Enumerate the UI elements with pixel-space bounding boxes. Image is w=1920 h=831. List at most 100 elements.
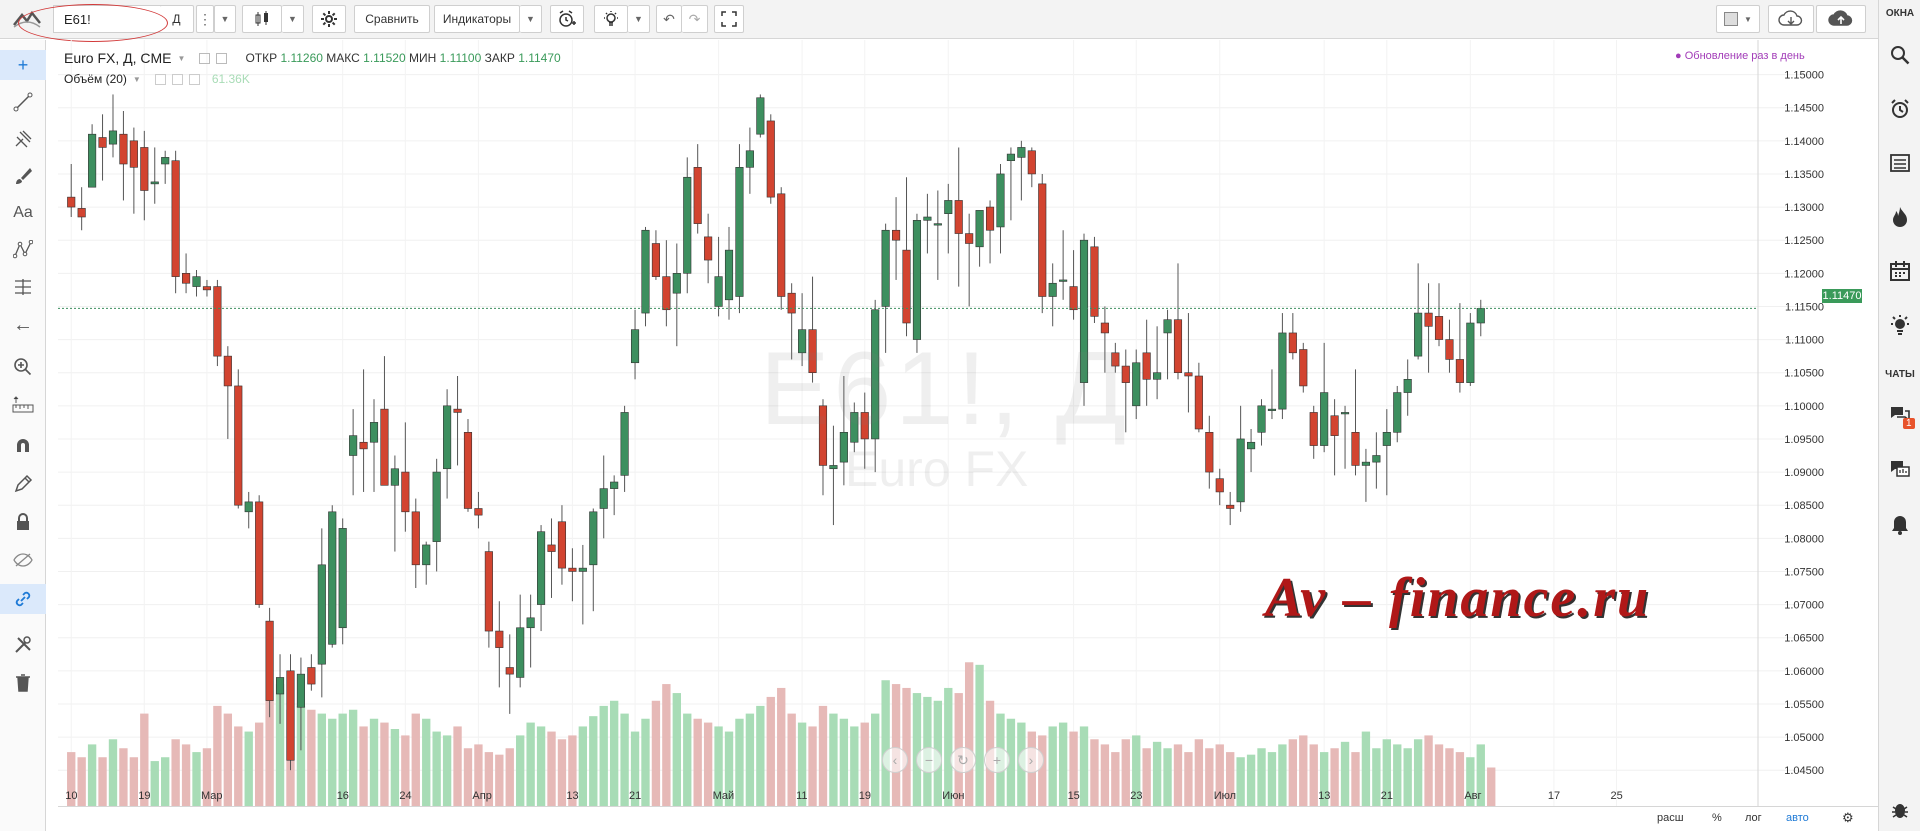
settings-button[interactable]: [312, 5, 346, 33]
draw-mode-tool[interactable]: [0, 469, 46, 499]
sync-drawings-tool[interactable]: [0, 584, 46, 614]
candle-down: [902, 249, 911, 324]
private-chat-button[interactable]: [1879, 452, 1920, 486]
candle-up: [1048, 282, 1057, 297]
price-tick-label: 1.08500: [1784, 500, 1824, 512]
magnet-tool[interactable]: [0, 431, 46, 461]
watchlist-button[interactable]: [1879, 38, 1920, 72]
fib-tool[interactable]: [0, 272, 46, 302]
candle-up: [432, 471, 441, 542]
candle-down: [1351, 432, 1360, 466]
chat-badge: 1: [1903, 418, 1915, 429]
bug-report-button[interactable]: [1879, 792, 1920, 826]
candle-up: [108, 130, 118, 145]
scroll-right-button[interactable]: ›: [1018, 747, 1044, 773]
candle-up: [328, 511, 337, 645]
volume-bar: [411, 713, 420, 806]
pitchfork-tool[interactable]: [0, 124, 46, 154]
candle-up: [1361, 461, 1370, 466]
chat-button[interactable]: 1: [1879, 398, 1920, 432]
auto-toggle[interactable]: авто: [1786, 812, 1809, 824]
hide-small-icon[interactable]: [171, 73, 183, 85]
calendar-icon: [1890, 261, 1910, 281]
zoom-in-button[interactable]: +: [984, 747, 1010, 773]
lock-tool[interactable]: [0, 507, 46, 537]
candle-up: [975, 210, 984, 248]
settings-small-icon[interactable]: [199, 52, 211, 64]
hide-tool[interactable]: [0, 545, 46, 575]
fullscreen-button[interactable]: [714, 5, 744, 33]
candle-up: [1257, 405, 1266, 433]
time-tick-label: 13: [566, 790, 579, 802]
scroll-left-button[interactable]: ‹: [882, 747, 908, 773]
redo-button[interactable]: ↷: [682, 5, 708, 33]
measure-tool[interactable]: [0, 390, 46, 420]
chevron-down-icon[interactable]: ▼: [178, 54, 186, 63]
ideas-button[interactable]: [594, 5, 628, 33]
delete-tool[interactable]: [0, 668, 46, 698]
chart-type-button[interactable]: [242, 5, 282, 33]
candle-up: [244, 501, 253, 513]
dot-icon: ●: [1675, 50, 1682, 62]
text-tool[interactable]: Aa: [0, 198, 46, 228]
alerts-button[interactable]: [1879, 92, 1920, 126]
candle-down: [651, 243, 660, 277]
candle-up: [1163, 319, 1172, 334]
price-tick-label: 1.10000: [1784, 401, 1824, 413]
settings-small-icon[interactable]: [154, 73, 166, 85]
layout-button[interactable]: ▼: [1716, 5, 1760, 33]
chart-title[interactable]: Euro FX, Д, CME: [64, 50, 172, 66]
time-tick-label: 11: [796, 790, 808, 802]
indicators-dropdown-button[interactable]: ▼: [520, 5, 542, 33]
zoom-out-button[interactable]: −: [916, 747, 942, 773]
candle-up: [912, 220, 922, 340]
save-layout-button[interactable]: [1816, 5, 1866, 33]
volume-bar: [683, 713, 692, 806]
volume-bar: [1330, 748, 1339, 806]
undo-button[interactable]: ↶: [656, 5, 682, 33]
compare-button[interactable]: Сравнить: [354, 5, 430, 33]
calendar-button[interactable]: [1879, 254, 1920, 288]
notifications-button[interactable]: [1879, 508, 1920, 542]
ideas-dropdown-button[interactable]: ▼: [628, 5, 650, 33]
volume-bar: [1299, 735, 1308, 806]
chevron-down-icon[interactable]: ▼: [133, 75, 141, 84]
chart-type-dropdown-button[interactable]: ▼: [282, 5, 304, 33]
indicators-button[interactable]: Индикаторы: [434, 5, 520, 33]
interval-label: Д: [172, 12, 181, 26]
candle-up: [756, 97, 765, 135]
pattern-tool[interactable]: [0, 235, 46, 265]
data-window-icon: [1890, 154, 1910, 172]
hide-small-icon[interactable]: [216, 52, 228, 64]
volume-bar: [348, 709, 358, 806]
volume-bar: [108, 739, 118, 806]
data-window-button[interactable]: [1879, 146, 1920, 180]
candle-up: [933, 223, 942, 226]
log-toggle[interactable]: лог: [1745, 812, 1762, 824]
brush-tool[interactable]: [0, 161, 46, 191]
candle-up: [192, 276, 201, 287]
alert-button[interactable]: [550, 5, 584, 33]
zoom-tool[interactable]: [0, 352, 46, 382]
close-small-icon[interactable]: [188, 73, 200, 85]
load-layout-button[interactable]: [1768, 5, 1814, 33]
fullscreen-icon: [721, 11, 737, 27]
hotlists-button[interactable]: [1879, 200, 1920, 234]
volume-bar: [234, 726, 243, 806]
candle-up: [390, 468, 399, 486]
trend-line-tool[interactable]: [0, 87, 46, 117]
percent-toggle[interactable]: %: [1712, 812, 1722, 824]
ideas-stream-button[interactable]: [1879, 308, 1920, 342]
interval-dropdown-button[interactable]: ▼: [214, 5, 236, 33]
candle-up: [369, 422, 379, 443]
volume-label[interactable]: Объём (20): [64, 72, 127, 86]
range-toggle[interactable]: расш: [1657, 812, 1684, 824]
candle-down: [140, 147, 149, 191]
reset-button[interactable]: ↻: [950, 747, 976, 773]
interval-more-button[interactable]: ⋮: [196, 5, 214, 33]
axis-settings-button[interactable]: ⚙: [1842, 810, 1854, 826]
back-arrow-tool[interactable]: ←: [0, 310, 46, 340]
tools-icon: [15, 636, 31, 653]
remove-tools-tool[interactable]: [0, 630, 46, 660]
crosshair-tool[interactable]: +: [0, 50, 46, 80]
